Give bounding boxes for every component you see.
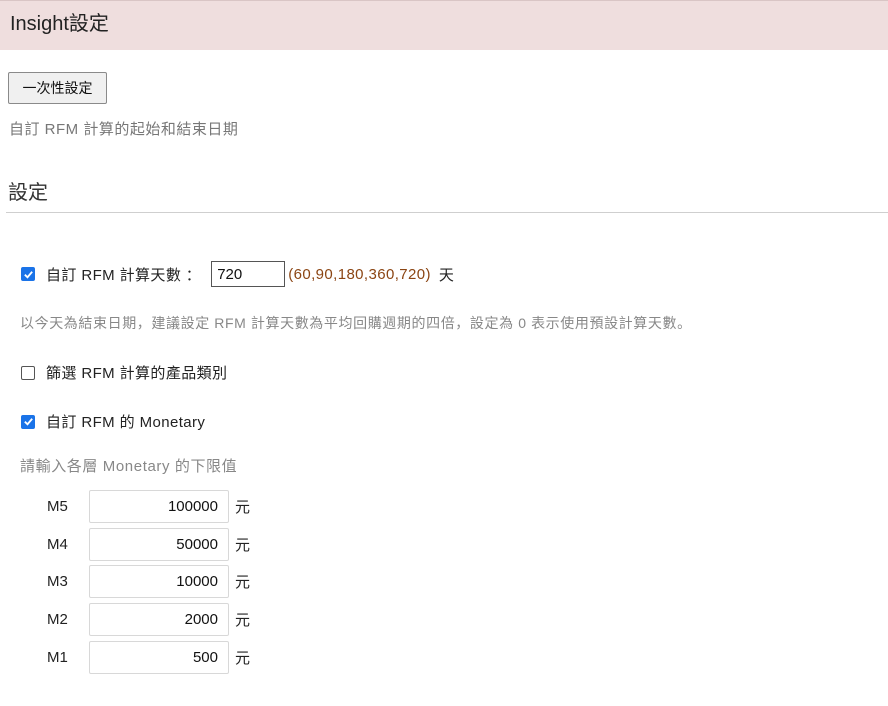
checkmark-icon [23,418,33,426]
monetary-m4-input[interactable] [89,528,229,561]
monetary-level-row: M4 元 [47,528,250,561]
page-header: Insight設定 [0,0,888,50]
custom-days-label: 自訂 RFM 計算天數 ： [46,266,202,284]
monetary-m2-input[interactable] [89,603,229,636]
monetary-level-label: M2 [47,611,68,628]
monetary-m3-input[interactable] [89,565,229,598]
custom-monetary-label: 自訂 RFM 的 Monetary [46,414,206,431]
monetary-level-label: M5 [47,498,68,515]
monetary-m1-input[interactable] [89,641,229,674]
monetary-level-row: M1 元 [47,641,250,674]
custom-days-hint: 以今天為結束日期，建議設定 RFM 計算天數為平均回購週期的四倍，設定為 0 表… [20,315,692,331]
monetary-unit: 元 [235,499,251,516]
custom-monetary-row: 自訂 RFM 的 Monetary [21,411,205,432]
custom-days-row: 自訂 RFM 計算天數 ： (60,90,180,360,720) 天 [21,261,454,287]
checkmark-icon [23,270,33,279]
monetary-unit: 元 [235,537,251,554]
monetary-level-row: M5 元 [47,490,250,523]
monetary-unit: 元 [235,612,251,629]
custom-days-checkbox[interactable] [21,267,35,281]
custom-monetary-hint: 請輸入各層 Monetary 的下限值 [20,458,238,475]
custom-days-unit: 天 [438,266,455,284]
monetary-level-row: M2 元 [47,603,250,636]
monetary-level-label: M1 [47,649,68,666]
monetary-unit: 元 [235,574,251,591]
one-time-settings-button[interactable]: 一次性設定 [8,72,107,104]
settings-section-title: 設定 [8,182,48,204]
custom-days-options: (60,90,180,360,720) [288,265,431,283]
custom-days-input[interactable] [211,261,286,287]
monetary-unit: 元 [235,650,251,667]
monetary-level-row: M3 元 [47,565,250,598]
monetary-m5-input[interactable] [89,490,229,523]
section-divider [6,212,888,213]
monetary-level-label: M4 [47,536,68,553]
filter-category-label: 篩選 RFM 計算的產品類別 [46,365,228,382]
one-time-settings-description: 自訂 RFM 計算的起始和結束日期 [9,121,239,138]
filter-category-checkbox[interactable] [21,365,35,380]
filter-category-row: 篩選 RFM 計算的產品類別 [21,362,227,383]
monetary-level-label: M3 [47,573,68,590]
custom-monetary-checkbox[interactable] [21,414,35,429]
page-title: Insight設定 [10,13,109,35]
